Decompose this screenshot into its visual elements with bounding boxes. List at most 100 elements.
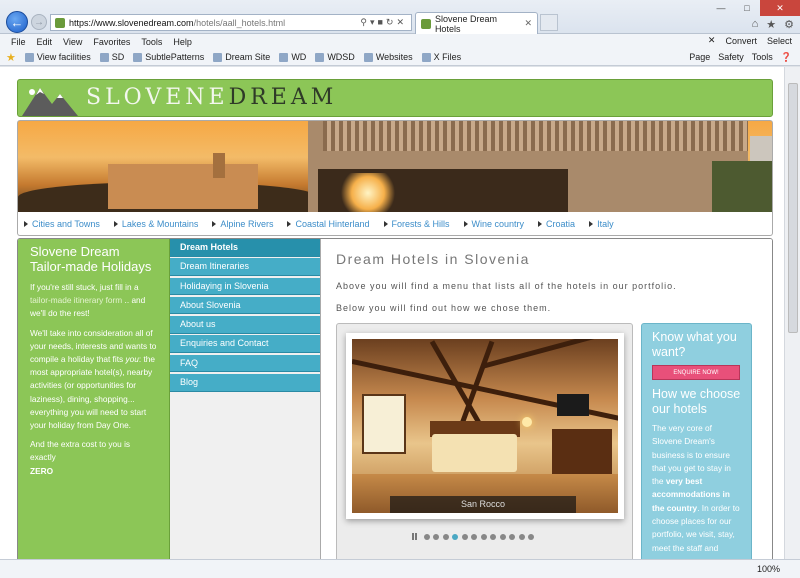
favorite-item[interactable]: View facilities [24, 52, 91, 62]
favorite-page-icon [363, 52, 373, 62]
tailor-made-panel: Slovene Dream Tailor-made Holidays If yo… [18, 239, 169, 559]
gallery-dot[interactable] [509, 533, 515, 540]
menu-about-slovenia[interactable]: About Slovenia [170, 296, 320, 315]
favorite-label: SubtlePatterns [145, 52, 205, 62]
browser-icons: ⌂ ★ ⚙ [752, 18, 794, 31]
arrow-right-icon [463, 220, 468, 227]
intro-text-2: Below you will find out how we chose the… [336, 303, 552, 313]
menu-edit[interactable]: Edit [37, 37, 53, 47]
region-link-coastal[interactable]: Coastal Hinterland [287, 218, 370, 229]
gallery-dot[interactable] [528, 533, 534, 540]
address-tools-icons[interactable]: ⚲▾■↻✕ [360, 17, 407, 28]
gallery-dot[interactable] [452, 533, 458, 540]
region-label: Alpine Rivers [220, 218, 274, 229]
menu-holidaying[interactable]: Holidaying in Slovenia [170, 277, 320, 296]
hero-image [17, 120, 773, 212]
text: And the extra cost to you is exactly [30, 439, 131, 463]
menu-blog[interactable]: Blog [170, 374, 320, 392]
gallery-dot[interactable] [461, 533, 468, 540]
minimize-icon[interactable]: — [708, 0, 734, 16]
gallery-dot[interactable] [480, 533, 487, 540]
region-label: Cities and Towns [32, 218, 100, 229]
region-link-forests[interactable]: Forests & Hills [383, 219, 450, 229]
gallery-dot[interactable] [499, 533, 506, 540]
region-link-italy[interactable]: Italy [589, 219, 614, 229]
site-logo-text[interactable]: SLOVENEDREAM [86, 85, 337, 110]
mountain-logo-icon[interactable] [22, 82, 78, 116]
back-button[interactable]: ← [6, 11, 28, 33]
arrow-right-icon [287, 220, 292, 227]
gallery-dot[interactable] [490, 533, 496, 540]
region-label: Coastal Hinterland [295, 218, 370, 229]
arrow-right-icon [538, 220, 543, 227]
favorites-bar: ★ View facilities SD SubtlePatterns Drea… [0, 49, 800, 66]
hotel-photo[interactable]: San Rocco [352, 339, 618, 513]
close-window-icon[interactable]: ✕ [760, 0, 800, 16]
gallery-dot[interactable] [471, 533, 477, 540]
menu-favorites[interactable]: Favorites [93, 37, 130, 47]
new-tab-button[interactable] [540, 14, 558, 31]
favorite-item[interactable]: WD [279, 52, 306, 62]
region-label: Italy [597, 218, 614, 229]
favorite-item[interactable]: SubtlePatterns [133, 52, 204, 62]
convert-button[interactable]: Convert [725, 36, 757, 46]
favorite-item[interactable]: WDSD [315, 52, 355, 62]
menu-dream-itineraries[interactable]: Dream Itineraries [170, 258, 320, 276]
vertical-scrollbar[interactable] [784, 67, 800, 559]
region-link-lakes[interactable]: Lakes & Mountains [113, 218, 199, 229]
maximize-icon[interactable]: □ [734, 0, 760, 16]
gear-icon[interactable]: ⚙ [784, 18, 794, 31]
favorite-page-icon [315, 52, 325, 62]
gallery-dot[interactable] [423, 533, 430, 540]
menu-enquiries[interactable]: Enquiries and Contact [170, 335, 320, 353]
favorite-item[interactable]: X Files [421, 52, 462, 62]
favorite-page-icon [421, 52, 431, 62]
scrollbar-thumb[interactable] [788, 83, 798, 333]
close-tab-icon[interactable]: ✕ [524, 18, 532, 29]
favorite-item[interactable]: Dream Site [213, 52, 270, 62]
favorite-item[interactable]: Websites [363, 52, 413, 62]
home-icon[interactable]: ⌂ [752, 18, 759, 31]
pause-icon[interactable] [412, 533, 417, 540]
favorites-star-icon[interactable]: ★ [6, 51, 16, 64]
page-menu[interactable]: Page [689, 52, 710, 63]
favorite-label: X Files [433, 52, 462, 62]
menu-view[interactable]: View [63, 37, 82, 47]
tailor-made-paragraph-1: If you're still stuck, just fill in a ta… [30, 281, 157, 321]
menu-faq[interactable]: FAQ [170, 354, 320, 373]
menu-tools[interactable]: Tools [141, 37, 162, 47]
gallery-dot[interactable] [433, 533, 439, 540]
arrow-right-icon [24, 220, 28, 227]
safety-menu[interactable]: Safety [718, 52, 744, 63]
gallery-dot[interactable] [518, 533, 525, 540]
tab-title: Slovene Dream Hotels [434, 13, 497, 34]
menu-help[interactable]: Help [173, 37, 192, 47]
gallery-frame: San Rocco [346, 333, 624, 519]
region-link-wine[interactable]: Wine country [463, 219, 524, 229]
itinerary-form-link[interactable]: tailor-made itinerary form [30, 295, 122, 305]
forward-button[interactable]: → [31, 14, 47, 30]
menu-about-us[interactable]: About us [170, 316, 320, 334]
menu-dream-hotels[interactable]: Dream Hotels [170, 239, 320, 257]
how-we-choose-text: The very core of Slovene Dream's busines… [652, 422, 741, 555]
favorite-item[interactable]: SD [99, 52, 124, 62]
favorite-label: Websites [375, 52, 413, 62]
close-toolbar-icon[interactable]: ✕ [708, 35, 716, 46]
region-link-croatia[interactable]: Croatia [538, 219, 575, 229]
menu-file[interactable]: File [11, 37, 26, 47]
zoom-level[interactable]: 100% [757, 564, 780, 574]
enquire-now-button[interactable]: ENQUIRE NOW! [652, 365, 740, 380]
select-button[interactable]: Select [767, 36, 792, 46]
address-bar[interactable]: https://www.slovenedream.com /hotels/aal… [50, 14, 412, 31]
favorite-page-icon [279, 52, 289, 62]
tools-menu[interactable]: Tools [752, 52, 773, 63]
favorite-page-icon [99, 52, 109, 62]
gallery-dot[interactable] [442, 533, 449, 540]
help-icon[interactable]: ❓ [781, 52, 792, 63]
site-menu: Dream Hotels Dream Itineraries Holidayin… [169, 239, 320, 559]
region-link-cities[interactable]: Cities and Towns [24, 219, 100, 229]
region-link-alpine[interactable]: Alpine Rivers [212, 219, 273, 229]
favorites-star-icon[interactable]: ★ [766, 18, 776, 31]
tab-slovene-dream[interactable]: Slovene Dream Hotels ✕ [415, 12, 538, 34]
region-label: Lakes & Mountains [121, 218, 199, 229]
